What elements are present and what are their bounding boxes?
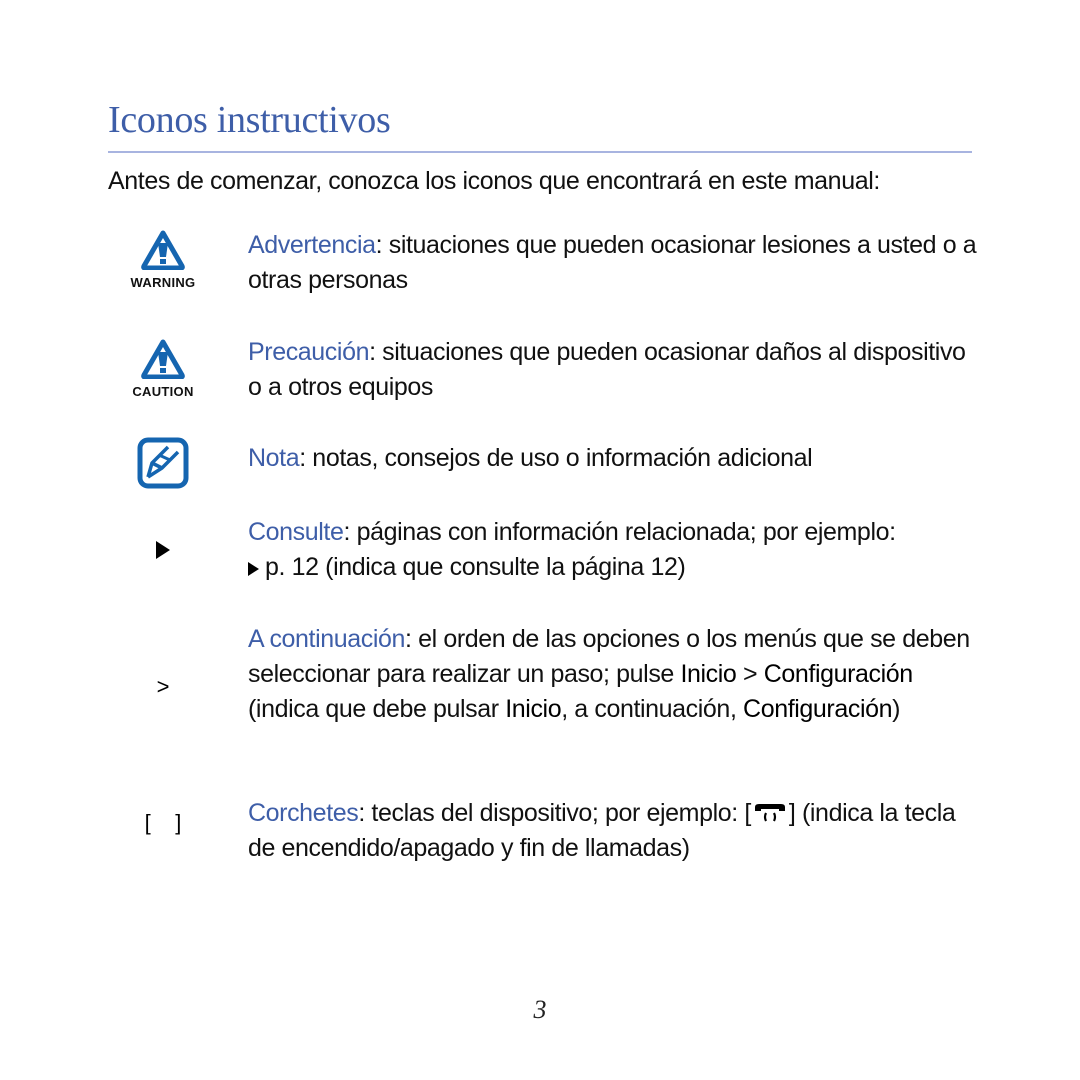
refer-icon-block — [110, 541, 216, 564]
next-explanation: (indica que debe pulsar — [248, 695, 506, 723]
page-number: 3 — [533, 995, 547, 1024]
next-description: A continuación: el orden de las opciones… — [248, 622, 978, 727]
warning-triangle-icon — [141, 230, 185, 271]
warning-icon-label: WARNING — [130, 275, 196, 290]
note-pencil-icon — [137, 437, 189, 489]
small-play-triangle-icon — [248, 562, 259, 576]
play-triangle-icon — [156, 541, 170, 559]
refer-description: Consulte: páginas con información relaci… — [248, 515, 978, 585]
configuracion-label: Configuración — [743, 695, 893, 723]
brackets-description: Corchetes: teclas del dispositivo; por e… — [248, 796, 978, 866]
caution-icon-label: CAUTION — [132, 384, 194, 399]
note-text: : notas, consejos de uso o información a… — [299, 444, 813, 472]
caution-description: Precaución: situaciones que pueden ocasi… — [248, 335, 978, 405]
title-divider — [108, 151, 972, 153]
caution-icon-block: CAUTION — [110, 339, 216, 399]
brackets-icon: [ ] — [144, 810, 182, 835]
configuracion-label: Configuración — [763, 660, 913, 688]
inicio-label: Inicio — [680, 660, 737, 688]
brackets-term: Corchetes — [248, 799, 359, 827]
brackets-text: : teclas del dispositivo; por ejemplo: [ — [358, 799, 751, 827]
note-description: Nota: notas, consejos de uso o informaci… — [248, 441, 978, 476]
refer-text: : páginas con información relacionada; p… — [343, 518, 896, 546]
end-call-power-key-icon — [754, 804, 785, 822]
separator-text: > — [736, 660, 764, 688]
closing-paren: ) — [892, 695, 901, 723]
caution-triangle-icon — [141, 339, 185, 380]
intro-text: Antes de comenzar, conozca los iconos qu… — [108, 167, 880, 195]
inicio-label: Inicio — [505, 695, 562, 723]
next-icon-block: > — [110, 674, 216, 700]
note-term: Nota — [248, 444, 300, 472]
warning-icon-block: WARNING — [110, 230, 216, 290]
note-icon-block — [110, 435, 216, 496]
warning-term: Advertencia — [248, 231, 376, 259]
brackets-icon-block: [ ] — [110, 810, 216, 836]
warning-description: Advertencia: situaciones que pueden ocas… — [248, 228, 978, 298]
next-term: A continuación — [248, 625, 406, 653]
caution-term: Precaución — [248, 338, 370, 366]
next-explanation-cont: , a continuación, — [561, 695, 744, 723]
greater-than-icon: > — [156, 674, 170, 699]
refer-example: p. 12 (indica que consulte la página 12) — [265, 553, 686, 581]
refer-term: Consulte — [248, 518, 344, 546]
page-title: Iconos instructivos — [108, 99, 391, 141]
